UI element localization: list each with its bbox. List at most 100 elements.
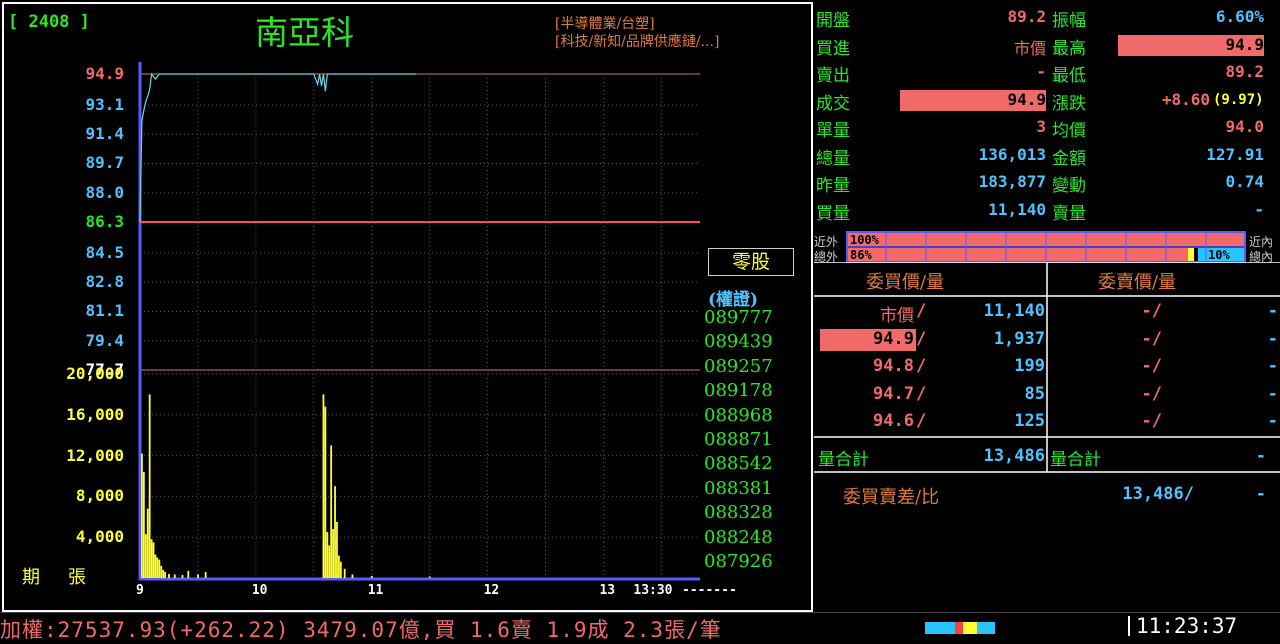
warrant-code[interactable]: 088968 <box>704 405 773 426</box>
volume-bar <box>339 561 342 578</box>
strength-bars <box>846 231 1246 263</box>
warrant-code[interactable]: 088328 <box>704 502 773 523</box>
quote-label-left: 開盤 <box>816 11 850 31</box>
volume-bar <box>337 555 340 578</box>
warrant-code[interactable]: 088542 <box>704 453 773 474</box>
volume-bar <box>197 574 199 578</box>
total-in-pct: 10% <box>1208 248 1230 262</box>
ask-price: -/ <box>1141 301 1162 321</box>
total-neutral-bar <box>1188 248 1194 261</box>
bid-price: 94.7 <box>873 383 914 404</box>
quote-label-left: 買進 <box>816 38 850 59</box>
quote-value-left: 94.9 <box>900 89 1046 111</box>
volume-bar <box>162 569 165 578</box>
ask-price: -/ <box>1141 411 1162 431</box>
ask-sum-label: 量合計 <box>1050 450 1101 470</box>
bid-slash: / <box>916 411 927 431</box>
volume-bar <box>326 532 329 578</box>
volume-bar <box>181 574 184 578</box>
warrant-code[interactable]: 089257 <box>704 356 773 377</box>
bid-price: 94.8 <box>873 356 914 376</box>
volume-bar <box>144 534 147 578</box>
volume-bar <box>154 554 157 578</box>
warrant-code[interactable]: 089777 <box>704 307 773 328</box>
bid-volume: 85 <box>1024 383 1045 404</box>
quote-value-left: 89.2 <box>1007 7 1046 26</box>
bid-ask-diff-value: 13,486/ <box>1122 484 1194 504</box>
warrant-code[interactable]: 088248 <box>704 527 773 548</box>
volume-bar <box>330 445 333 578</box>
quote-label-left: 單量 <box>816 121 850 141</box>
bid-ask-diff-label: 委買賣差/比 <box>843 487 940 508</box>
bid-slash: / <box>916 328 927 349</box>
ask-price: -/ <box>1141 356 1162 376</box>
volume-bar <box>148 394 151 578</box>
quote-label-left: 總量 <box>816 148 850 169</box>
status-divider <box>1128 616 1130 636</box>
bid-ask-diff-ratio: - <box>1255 484 1266 504</box>
warrant-code[interactable]: 089439 <box>704 331 773 352</box>
quote-value-right: - <box>1254 199 1264 219</box>
quote-value-left: 183,877 <box>978 172 1046 191</box>
warrant-code[interactable]: 088871 <box>704 429 773 450</box>
warrant-code[interactable]: 087926 <box>704 551 773 572</box>
volume-bar <box>324 406 327 578</box>
total-out-bar <box>848 248 1188 261</box>
volume-bar <box>336 521 338 578</box>
ask-header: 委賣價/量 <box>1098 272 1177 293</box>
bid-volume: 125 <box>1014 411 1045 431</box>
bid-sum: 13,486 <box>983 446 1045 466</box>
volume-bar <box>168 573 170 578</box>
ask-volume: - <box>1267 301 1278 321</box>
volume-bar <box>332 529 335 578</box>
quote-value-left: 市價 <box>1013 38 1046 58</box>
quote-value-left: 136,013 <box>978 144 1046 164</box>
near-out-pct: 100% <box>850 233 879 247</box>
ask-volume: - <box>1267 411 1278 431</box>
volume-bar <box>142 471 145 578</box>
volume-bar <box>204 571 207 578</box>
bid-price: 94.6 <box>873 411 914 431</box>
total-out-pct: 86% <box>850 248 872 262</box>
bid-slash: / <box>916 301 927 321</box>
ask-sum: - <box>1255 446 1266 466</box>
ask-volume: - <box>1267 328 1278 349</box>
odd-lot-button[interactable]: 零股 <box>708 248 794 276</box>
clock: 11:23:37 <box>1136 614 1238 638</box>
ask-volume: - <box>1267 356 1278 376</box>
ask-price: -/ <box>1141 328 1162 349</box>
quote-label-left: 買量 <box>816 203 850 224</box>
quote-value-right: 94.0 <box>1225 117 1264 136</box>
warrant-code[interactable]: 089178 <box>704 380 773 401</box>
bid-sum-label: 量合計 <box>818 450 869 470</box>
volume-bar <box>428 576 431 578</box>
quote-label-right: 變動 <box>1052 176 1086 196</box>
quote-label-left: 昨量 <box>816 176 850 196</box>
volume-bar <box>146 508 149 578</box>
bid-slash: / <box>916 383 927 404</box>
quote-value-right: 6.60% <box>1215 7 1264 26</box>
volume-bar <box>152 542 155 578</box>
price-line <box>139 72 417 223</box>
change-percent: (9.97) <box>1213 92 1264 108</box>
quote-value-left: 3 <box>1036 117 1046 136</box>
volume-bar <box>334 486 336 578</box>
volume-bar <box>156 557 159 578</box>
quote-value-right: 0.74 <box>1225 172 1264 191</box>
volume-bar <box>160 565 163 578</box>
bid-price: 市價 <box>880 306 914 326</box>
volume-bar <box>173 574 176 578</box>
quote-value-right: 94.9 <box>1118 34 1264 56</box>
ask-volume: - <box>1267 383 1278 404</box>
volume-bar <box>370 575 373 578</box>
intraday-chart[interactable] <box>0 0 812 612</box>
bid-volume: 11,140 <box>983 301 1045 321</box>
quote-label-right: 漲跌 <box>1052 93 1086 114</box>
quote-label-right: 最低 <box>1052 66 1086 86</box>
bid-volume: 1,937 <box>993 328 1045 349</box>
warrant-code[interactable]: 088381 <box>704 478 773 499</box>
ask-price: -/ <box>1141 383 1162 404</box>
bid-price: 94.9 <box>873 328 914 349</box>
bid-slash: / <box>916 356 927 376</box>
quote-label-right: 最高 <box>1052 38 1086 59</box>
